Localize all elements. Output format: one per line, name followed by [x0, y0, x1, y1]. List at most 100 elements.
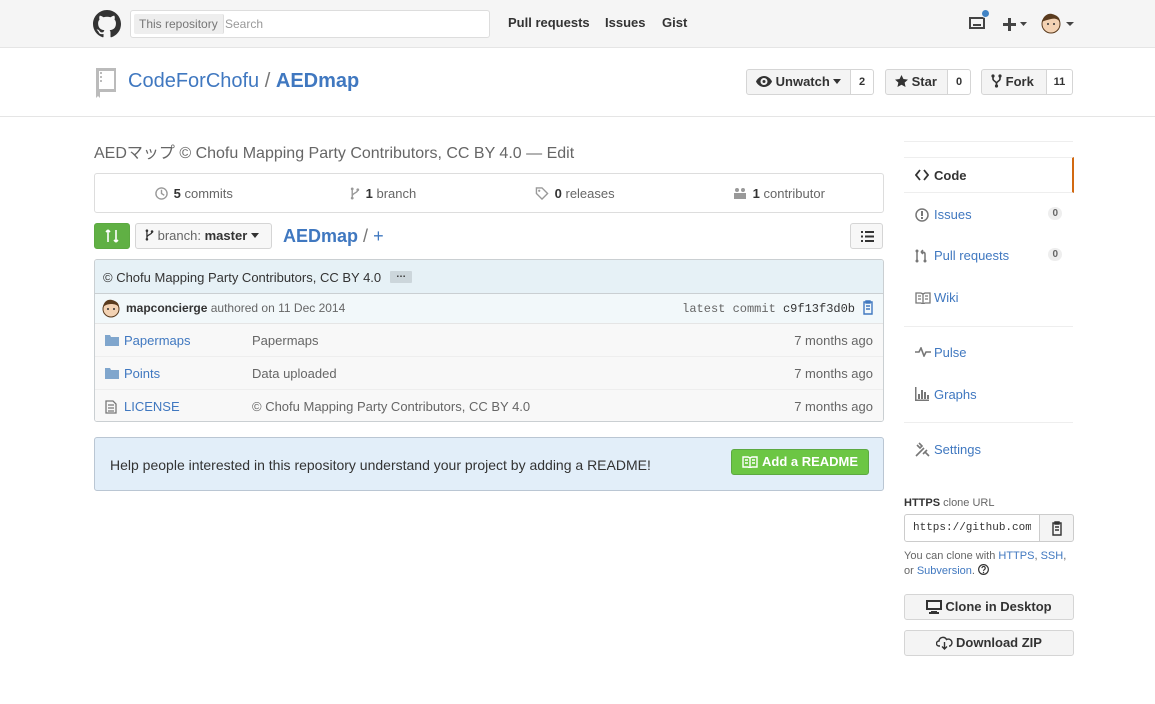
clone-url-heading: HTTPS clone URL [904, 497, 994, 509]
commit-message[interactable]: © Chofu Mapping Party Contributors, CC B… [103, 270, 381, 285]
clone-in-desktop-button[interactable]: Clone in Desktop [904, 594, 1074, 620]
compare-review-button[interactable] [94, 223, 130, 249]
repo-title-separator: / [264, 70, 271, 92]
sidebar-label-pull-requests: Pull requests [934, 248, 1010, 263]
file-commit-message[interactable]: Data uploaded [252, 366, 337, 381]
sidebar-item-pull-requests[interactable]: Pull requests 0 [904, 237, 1073, 277]
tag-icon [535, 187, 549, 201]
watch-group: Unwatch 2 [746, 69, 874, 95]
file-name-link[interactable]: LICENSE [124, 399, 180, 414]
sidebar-label-issues: Issues [934, 207, 972, 222]
contributors-link[interactable]: 1 contributor [733, 186, 825, 201]
search-scope[interactable]: This repository [134, 14, 224, 34]
readme-prompt-text: Help people interested in this repositor… [110, 457, 651, 473]
expand-commit-button[interactable]: … [390, 270, 412, 283]
sidebar-item-graphs[interactable]: Graphs [904, 374, 1073, 414]
clone-ssh-link[interactable]: SSH [1041, 550, 1064, 562]
pull-request-icon [915, 249, 927, 263]
search-input[interactable] [225, 14, 485, 34]
branch-select[interactable]: branch: master [135, 223, 272, 249]
releases-link[interactable]: 0 releases [535, 186, 615, 201]
contributors-label: contributor [763, 186, 825, 201]
download-zip-label: Download ZIP [956, 635, 1042, 650]
sidebar-divider [904, 422, 1073, 423]
add-file-button[interactable]: + [373, 226, 384, 246]
issues-counter: 0 [1048, 207, 1062, 220]
book-icon [915, 292, 931, 304]
github-logo-icon[interactable] [93, 10, 121, 38]
question-icon[interactable] [978, 564, 989, 575]
list-view-button[interactable] [850, 223, 883, 249]
file-listing: © Chofu Mapping Party Contributors, CC B… [94, 259, 884, 422]
branch-name: master [204, 228, 248, 243]
download-zip-button[interactable]: Download ZIP [904, 630, 1074, 656]
file-commit-message[interactable]: Papermaps [252, 333, 318, 348]
pull-requests-counter: 0 [1048, 248, 1062, 261]
commits-link[interactable]: 5 commits [155, 186, 233, 201]
clone-url-input[interactable] [904, 514, 1040, 542]
commit-meta: mapconcierge authored on 11 Dec 2014 lat… [95, 294, 883, 324]
clone-help-text: You can clone with HTTPS, SSH, or Subver… [904, 550, 1067, 577]
edit-description-link[interactable]: Edit [547, 145, 575, 162]
site-header: This repository Pull requests Issues Gis… [0, 0, 1155, 48]
avatar[interactable] [101, 298, 121, 318]
star-icon [895, 75, 908, 87]
forks-count[interactable]: 11 [1047, 69, 1073, 95]
cloud-download-icon [935, 636, 953, 650]
copy-clone-url-button[interactable] [1039, 514, 1074, 542]
nav-issues[interactable]: Issues [605, 15, 645, 30]
graph-icon [915, 387, 929, 401]
fork-button[interactable]: Fork [981, 69, 1047, 95]
star-button[interactable]: Star [885, 69, 948, 95]
nav-pull-requests[interactable]: Pull requests [508, 15, 590, 30]
sidebar-item-pulse[interactable]: Pulse [904, 333, 1073, 373]
clone-subversion-link[interactable]: Subversion [917, 565, 972, 577]
repo-owner-link[interactable]: CodeForChofu [128, 70, 259, 92]
sidebar-item-code[interactable]: Code [904, 157, 1074, 193]
file-text-icon [105, 400, 117, 414]
sidebar-label-settings: Settings [934, 442, 981, 457]
commit-author-link[interactable]: mapconcierge [126, 301, 207, 315]
file-commit-message[interactable]: © Chofu Mapping Party Contributors, CC B… [252, 399, 530, 414]
list-icon [861, 231, 874, 242]
numbers-summary: 5 commits 1 branch 0 releases 1 contribu… [94, 173, 884, 213]
file-name-link[interactable]: Papermaps [124, 333, 190, 348]
clone-https-link[interactable]: HTTPS [998, 550, 1034, 562]
chevron-down-icon [833, 79, 842, 84]
sidebar-item-issues[interactable]: Issues 0 [904, 196, 1073, 236]
releases-count: 0 [554, 186, 562, 201]
clone-url-label: clone URL [943, 497, 995, 509]
sidebar-item-settings[interactable]: Settings [904, 429, 1073, 469]
stars-count[interactable]: 0 [948, 69, 971, 95]
breadcrumb-repo-link[interactable]: AEDmap [283, 226, 358, 246]
sidebar-divider [904, 141, 1073, 142]
clone-in-desktop-label: Clone in Desktop [945, 599, 1052, 614]
create-new-icon[interactable] [1003, 17, 1027, 31]
folder-icon [105, 368, 119, 379]
clipboard-icon[interactable] [861, 300, 875, 315]
unwatch-button[interactable]: Unwatch [746, 69, 851, 95]
description-dash: — [526, 145, 543, 162]
commit-sha-link[interactable]: c9f13f3d0b [783, 302, 855, 316]
star-label: Star [911, 74, 937, 89]
chevron-down-icon [250, 233, 259, 238]
sidebar-item-wiki[interactable]: Wiki [904, 278, 1073, 318]
contributors-count: 1 [752, 186, 760, 201]
file-age: 7 months ago [794, 399, 873, 414]
clone-help-prefix: You can clone with [904, 550, 996, 562]
branches-label: branch [376, 186, 417, 201]
unread-indicator [981, 9, 990, 18]
commits-count: 5 [173, 186, 181, 201]
file-name-link[interactable]: Points [124, 366, 160, 381]
commit-tease: © Chofu Mapping Party Contributors, CC B… [95, 260, 883, 294]
repo-header: CodeForChofu / AEDmap Unwatch 2 Star 0 F… [0, 49, 1155, 117]
history-icon [155, 187, 168, 200]
organization-icon [734, 188, 746, 199]
repo-name-link[interactable]: AEDmap [276, 70, 359, 92]
watchers-count[interactable]: 2 [851, 69, 874, 95]
nav-gist[interactable]: Gist [662, 15, 687, 30]
add-readme-button[interactable]: Add a README [731, 449, 869, 475]
branches-link[interactable]: 1 branch [350, 186, 416, 201]
branch-prefix: branch: [157, 228, 201, 243]
user-avatar-icon[interactable] [1041, 13, 1075, 35]
